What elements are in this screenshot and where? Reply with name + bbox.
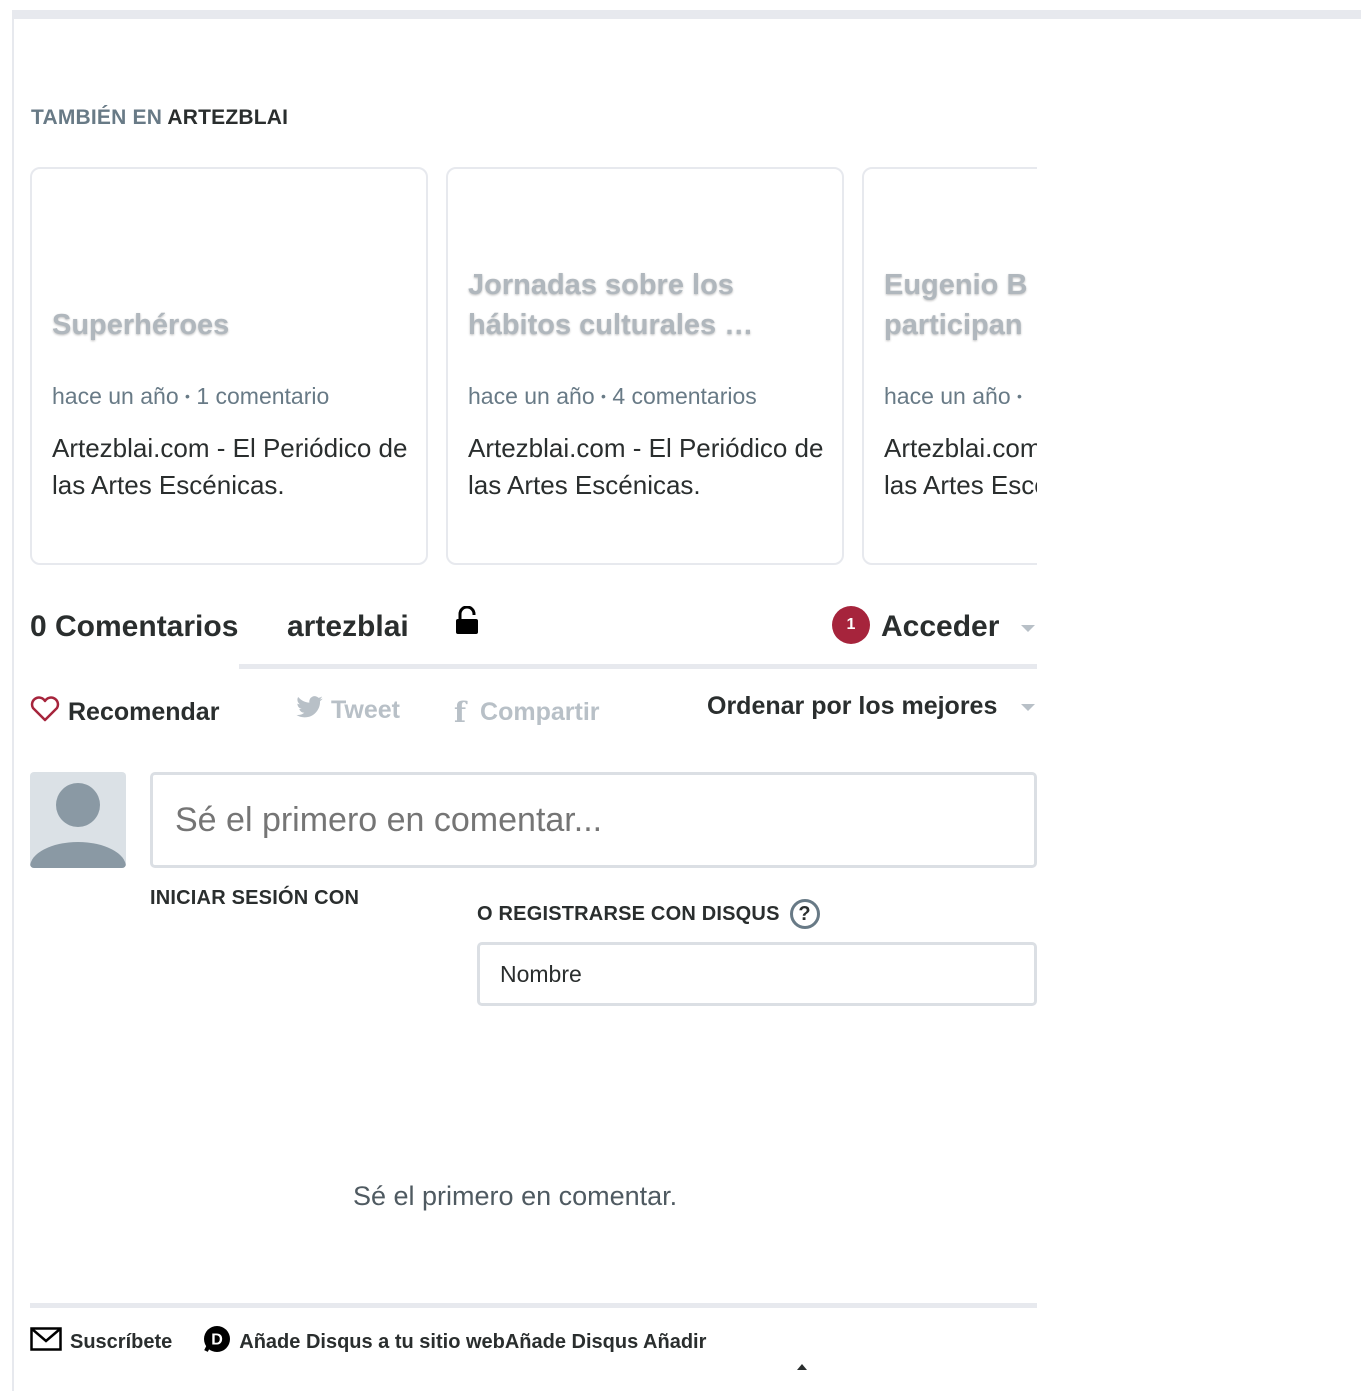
- lock-icon[interactable]: [454, 605, 480, 641]
- name-field[interactable]: [477, 942, 1037, 1006]
- login-with-label: INICIAR SESIÓN CON: [150, 887, 360, 909]
- card-description: Artezblai.com - El Periódico de las Arte…: [52, 433, 408, 500]
- dot-separator: •: [1017, 388, 1022, 404]
- empty-state-message: Sé el primero en comentar.: [353, 1181, 678, 1211]
- caret-up-icon: [797, 1364, 807, 1370]
- dot-separator: •: [185, 388, 190, 404]
- card-meta: hace un año • 4 comentarios: [468, 383, 757, 410]
- card-time: hace un año: [468, 383, 595, 409]
- subscribe-label: Suscríbete: [70, 1330, 173, 1353]
- add-disqus-label: Añade Disqus a tu sitio webAñade Disqus …: [239, 1330, 707, 1353]
- login-menu[interactable]: Acceder: [881, 610, 999, 644]
- dot-separator: •: [601, 388, 606, 404]
- tab-underline: [239, 664, 1037, 669]
- comments-nav: 0 Comentarios artezblai 1 Acceder: [30, 600, 1037, 670]
- card-title[interactable]: Superhéroes: [52, 305, 392, 345]
- also-on-site-link[interactable]: ARTEZBLAI: [167, 106, 288, 129]
- notification-badge[interactable]: 1: [832, 606, 870, 644]
- footer-divider: [30, 1303, 1037, 1308]
- user-placeholder-icon: [30, 783, 126, 868]
- tab-community[interactable]: artezblai: [287, 610, 409, 644]
- disqus-icon: D: [203, 1325, 231, 1359]
- chevron-down-icon[interactable]: [1021, 704, 1035, 711]
- share-label: Compartir: [480, 698, 600, 726]
- chevron-down-icon[interactable]: [1021, 625, 1035, 632]
- recommend-button[interactable]: Recomendar: [30, 696, 219, 729]
- twitter-icon: [296, 696, 323, 725]
- recommend-label: Recomendar: [68, 698, 220, 726]
- related-card[interactable]: Eugenio B participan hace un año • Artez…: [862, 167, 1037, 565]
- help-icon[interactable]: ?: [789, 899, 820, 929]
- avatar: [30, 772, 126, 868]
- comment-count: 0 Comentarios: [30, 610, 239, 643]
- card-time: hace un año: [884, 383, 1011, 409]
- footer: Suscríbete D Añade Disqus a tu sitio web…: [30, 1325, 706, 1359]
- related-card[interactable]: Jornadas sobre los hábitos culturales … …: [446, 167, 844, 565]
- actions-bar: Recomendar Tweet f Compartir Ordenar por…: [30, 690, 1037, 740]
- card-title[interactable]: Eugenio B participan: [884, 265, 1034, 345]
- related-cards-carousel: Superhéroes hace un año • 1 comentario A…: [30, 167, 1037, 569]
- sort-dropdown[interactable]: Ordenar por los mejores: [707, 692, 997, 721]
- card-comments: 1 comentario: [196, 383, 330, 409]
- card-description: Artezblai.com - El Periódico de las Arte…: [468, 433, 824, 500]
- mail-icon: [30, 1327, 62, 1357]
- related-card[interactable]: Superhéroes hace un año • 1 comentario A…: [30, 167, 428, 565]
- svg-text:D: D: [211, 1332, 223, 1349]
- top-border: [12, 10, 1361, 19]
- facebook-icon: f: [454, 696, 467, 729]
- card-meta: hace un año • 1 comentario: [52, 383, 329, 410]
- comment-input[interactable]: [150, 772, 1037, 868]
- tweet-button[interactable]: Tweet: [296, 696, 400, 725]
- card-comments: 4 comentarios: [612, 383, 757, 409]
- card-description: Artezblai.com - El Periódico de las Arte…: [884, 433, 1037, 500]
- also-on-heading: TAMBIÉN EN ARTEZBLAI: [31, 106, 288, 130]
- register-label: O REGISTRARSE CON DISQUS: [477, 902, 780, 925]
- card-meta: hace un año •: [884, 383, 1022, 410]
- left-border: [12, 10, 14, 1391]
- subscribe-link[interactable]: Suscríbete: [30, 1327, 172, 1357]
- register-disqus-label: O REGISTRARSE CON DISQUS ?: [477, 899, 820, 929]
- card-time: hace un año: [52, 383, 179, 409]
- add-disqus-link[interactable]: D Añade Disqus a tu sitio webAñade Disqu…: [203, 1325, 706, 1359]
- heart-icon: [30, 696, 60, 729]
- also-on-prefix: TAMBIÉN EN: [31, 106, 163, 129]
- card-title[interactable]: Jornadas sobre los hábitos culturales …: [468, 265, 808, 345]
- tweet-label: Tweet: [331, 696, 400, 724]
- share-button[interactable]: f Compartir: [454, 696, 600, 729]
